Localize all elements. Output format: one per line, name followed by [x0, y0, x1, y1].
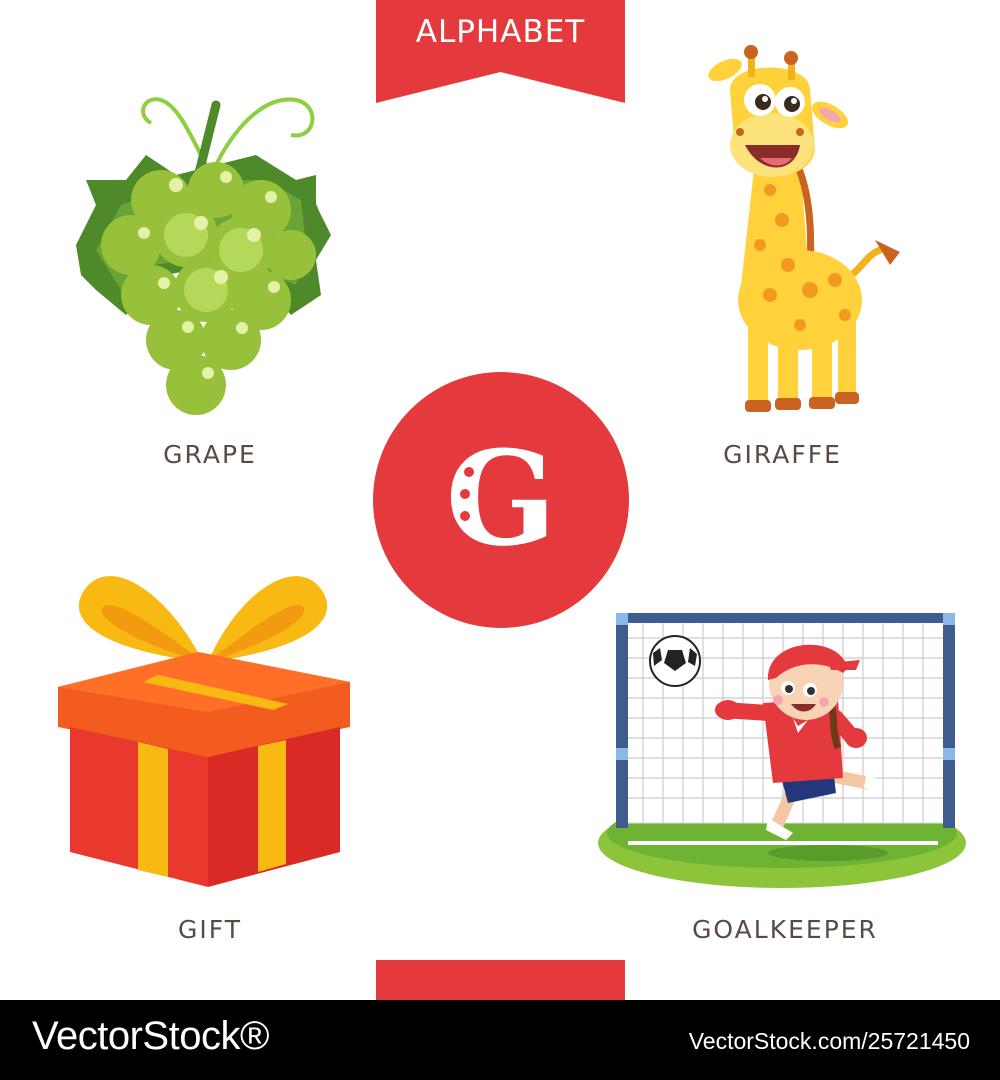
grape-illustration — [76, 97, 331, 415]
alphabet-card: ALPHABET GRAPE GIRAFFE G GIFT GOALKEEPER… — [0, 0, 1000, 1080]
footer-brand: VectorStock® — [32, 1014, 269, 1058]
item-label-gift: GIFT — [178, 915, 242, 944]
giraffe-illustration — [708, 45, 900, 412]
letter-glyph: G — [445, 422, 556, 575]
footer-image-id: VectorStock.com/25721450 — [688, 1028, 970, 1054]
alphabet-banner: ALPHABET — [376, 0, 625, 103]
watermark-footer: VectorStock® VectorStock.com/25721450 — [0, 1000, 1000, 1080]
banner-title: ALPHABET — [415, 14, 586, 50]
item-label-goalkeeper: GOALKEEPER — [692, 915, 878, 944]
letter-badge: G — [373, 372, 629, 628]
bottom-accent-bar — [376, 960, 625, 1000]
gift-illustration — [58, 576, 350, 887]
item-label-grape: GRAPE — [163, 440, 257, 469]
item-label-giraffe: GIRAFFE — [723, 440, 842, 469]
goalkeeper-illustration — [598, 613, 966, 888]
